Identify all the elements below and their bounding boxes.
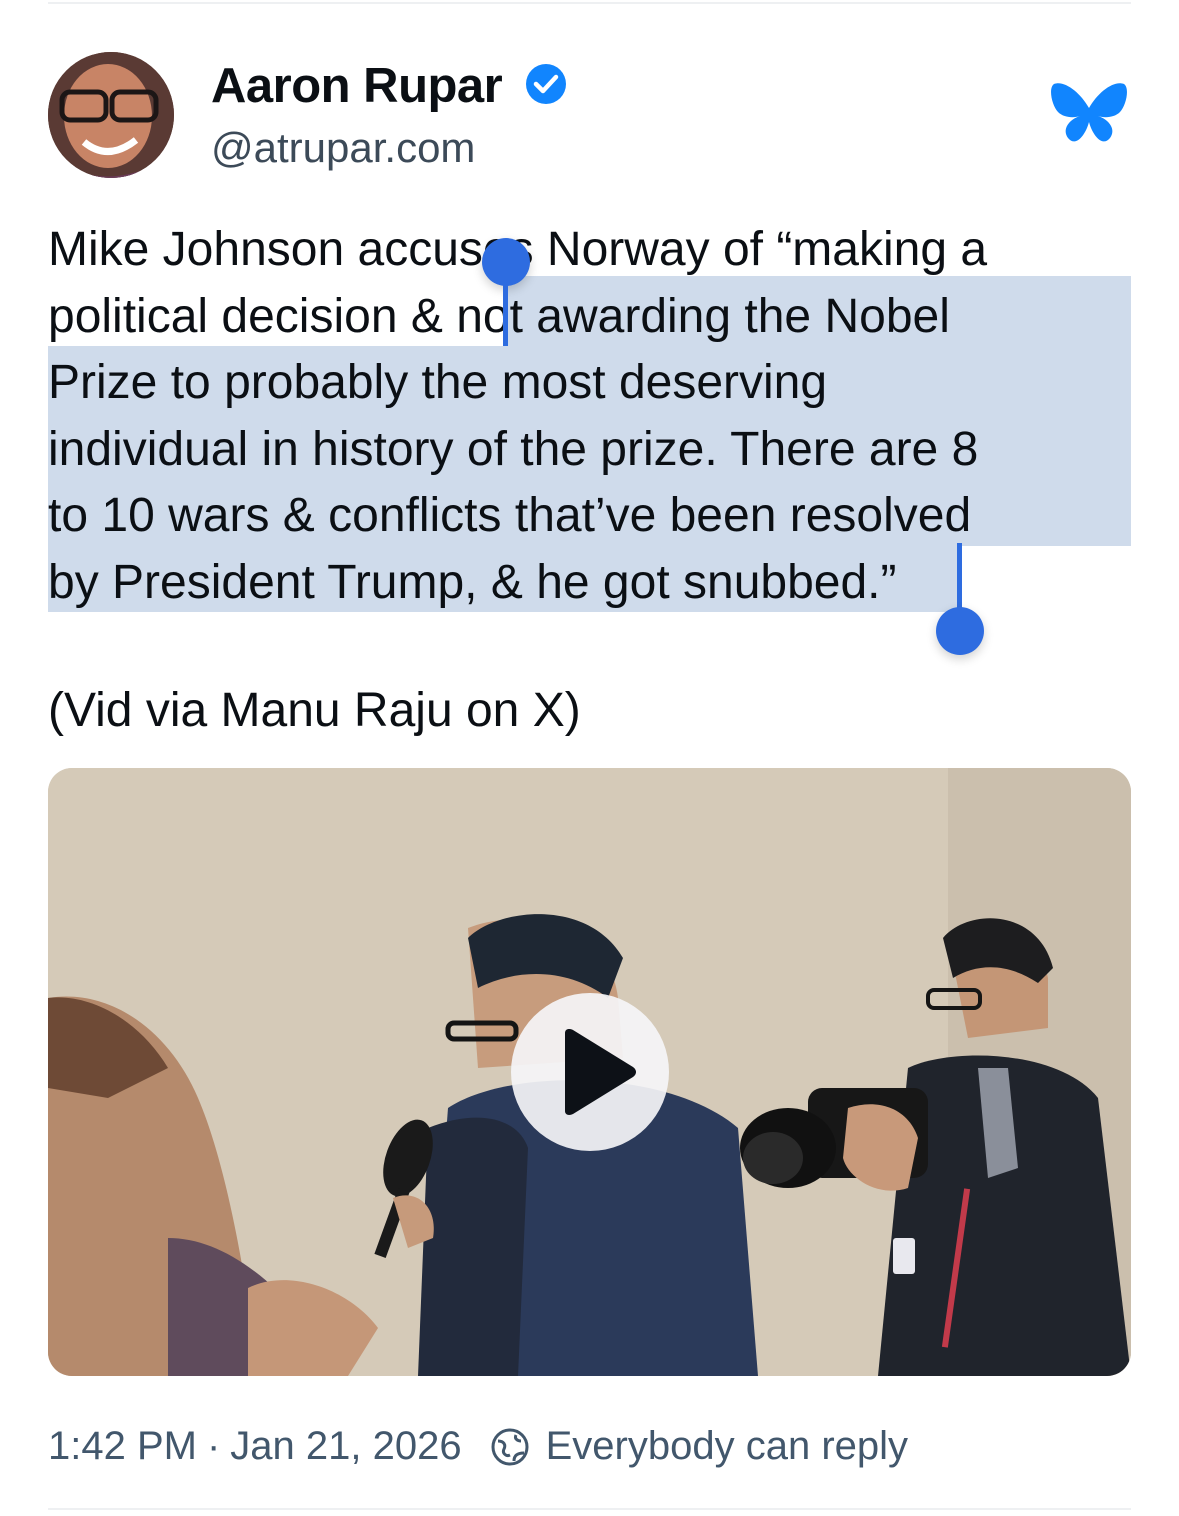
verified-badge-icon [526, 64, 566, 104]
top-divider [48, 2, 1131, 4]
selection-end-handle[interactable] [936, 607, 984, 655]
author-handle[interactable]: @atrupar.com [211, 124, 475, 172]
post-text-line: Prize to probably the most deserving [48, 356, 828, 409]
meta-separator: · [206, 1424, 221, 1468]
globe-icon [491, 1428, 529, 1465]
post-text-line: individual in history of the prize. Ther… [48, 422, 979, 476]
bottom-divider [48, 1508, 1131, 1510]
reply-setting[interactable]: Everybody can reply [490, 1424, 908, 1469]
post-meta: 1:42 PM · Jan 21, 2026 Everybody can rep… [48, 1424, 908, 1469]
avatar-image [48, 52, 174, 178]
play-button[interactable] [511, 993, 669, 1151]
post-time: 1:42 PM [48, 1424, 197, 1468]
post-text-line: Mike Johnson accuses Norway of “making a [48, 223, 988, 276]
reply-setting-label: Everybody can reply [545, 1424, 909, 1468]
post-text[interactable]: Mike Johnson accuses Norway of “making a… [48, 217, 1138, 616]
video-player[interactable] [48, 768, 1131, 1376]
post-date: Jan 21, 2026 [230, 1424, 462, 1468]
video-credit: (Vid via Manu Raju on X) [48, 684, 581, 737]
avatar[interactable] [48, 52, 174, 178]
play-icon [565, 1029, 636, 1115]
post-text-line: to 10 wars & conflicts that’ve been reso… [48, 489, 972, 542]
selection-start-caret [503, 262, 508, 346]
post-text-line: by President Trump, & he got snubbed.” [48, 555, 897, 609]
author-name[interactable]: Aaron Rupar [211, 58, 503, 114]
post-text-line: political decision & not awarding the No… [48, 289, 950, 343]
bluesky-butterfly-icon[interactable] [1050, 78, 1128, 148]
